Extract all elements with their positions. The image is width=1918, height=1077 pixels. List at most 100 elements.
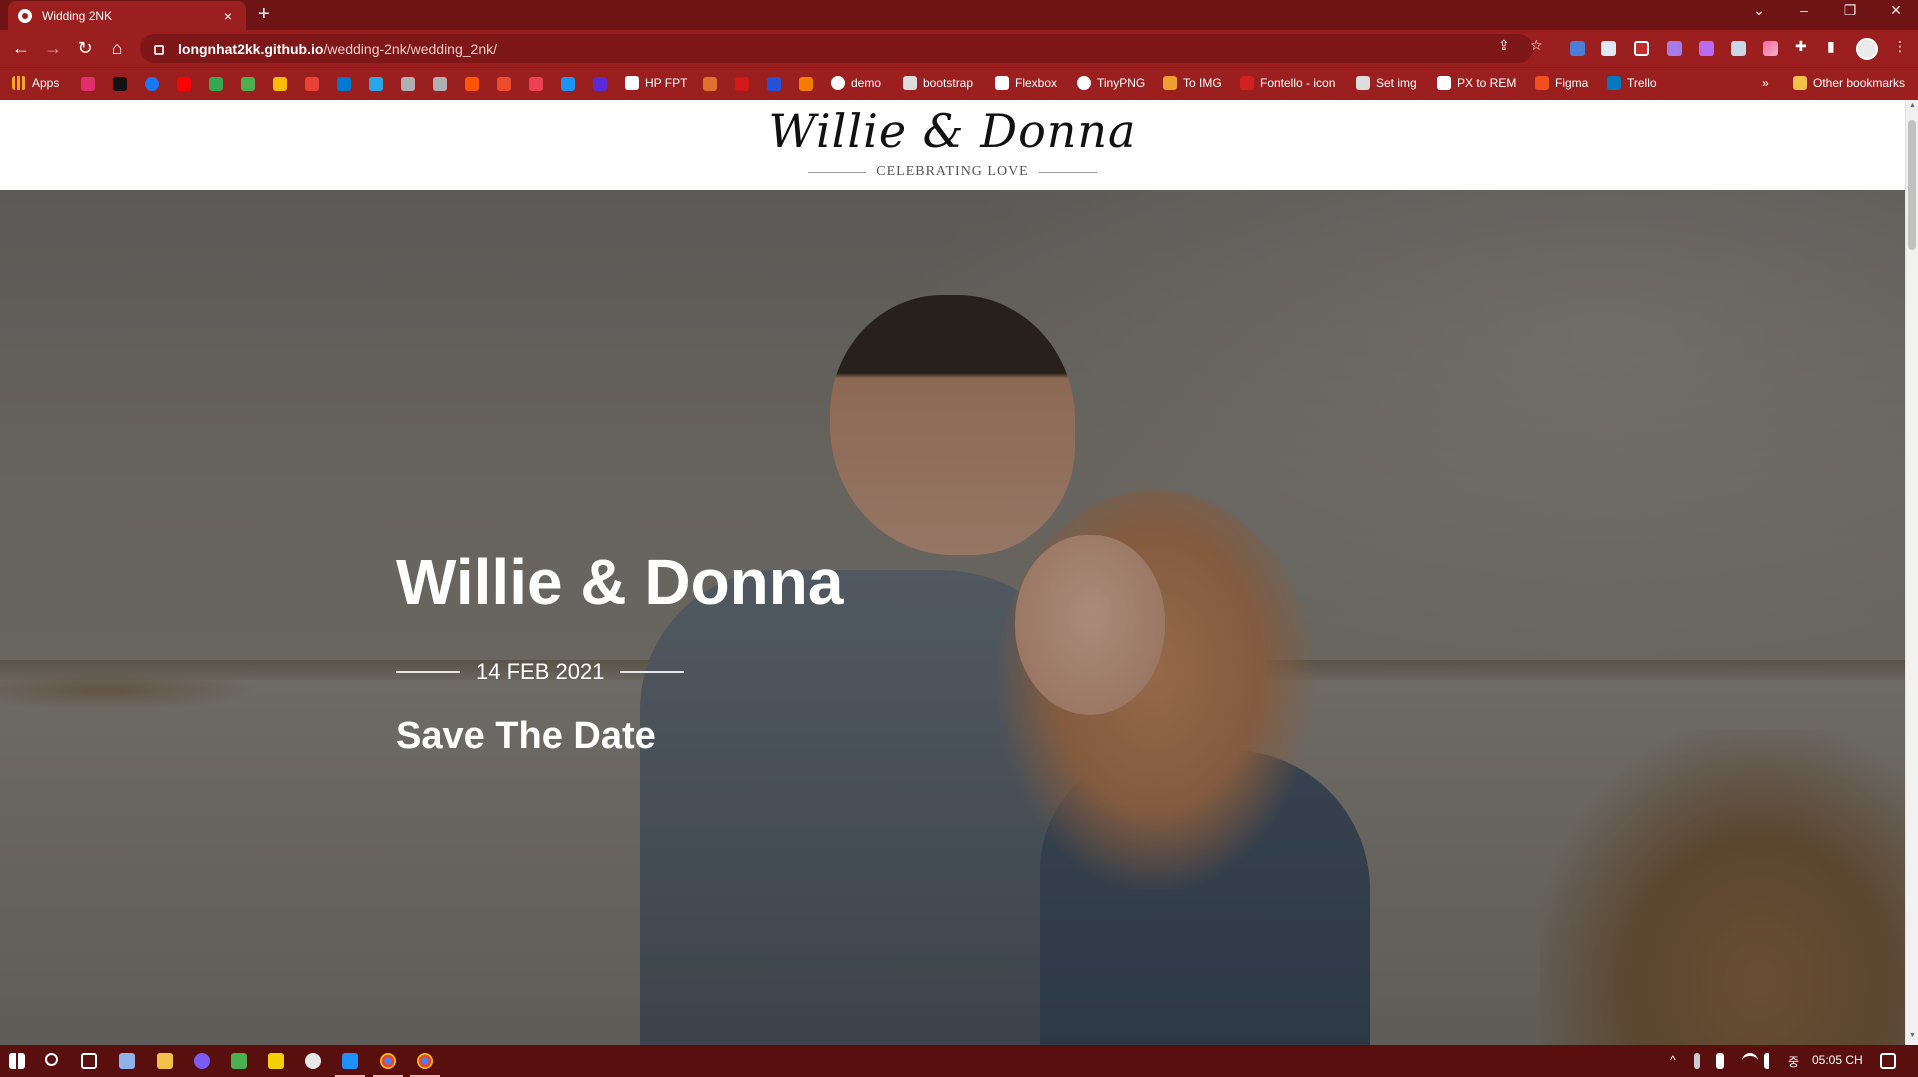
messenger-icon[interactable] — [194, 1053, 210, 1069]
hero-title: Willie & Donna — [396, 546, 844, 618]
back-button[interactable]: ← — [10, 38, 32, 58]
bookmark-label: Figma — [1555, 76, 1589, 90]
docs-extension-icon[interactable] — [1601, 41, 1616, 56]
pen-extension-icon[interactable] — [1699, 41, 1714, 56]
google-maps-icon[interactable] — [241, 77, 255, 91]
site-logo[interactable]: Willie & Donna — [0, 104, 1905, 158]
reload-button[interactable]: ↻ — [74, 38, 96, 58]
image-icon — [1163, 76, 1177, 90]
scrollbar-thumb[interactable] — [1908, 120, 1916, 250]
bookmark-label: HP FPT — [645, 76, 688, 90]
chevron-double-right-icon: » — [1762, 76, 1769, 90]
messenger-bm-icon[interactable] — [593, 77, 607, 91]
google-photos-icon[interactable] — [273, 77, 287, 91]
google-drive-icon[interactable] — [209, 77, 223, 91]
forward-button[interactable]: → — [42, 38, 64, 58]
bookmark-apps[interactable]: Apps — [12, 76, 59, 90]
url-host: longnhat2kk.github.io — [178, 40, 324, 57]
bookmark-other[interactable]: Other bookmarks — [1793, 76, 1905, 90]
extensions-puzzle-icon[interactable]: ✚ — [1795, 38, 1807, 55]
apps-grid-icon — [12, 76, 26, 90]
remote-desktop-icon[interactable] — [119, 1053, 135, 1069]
file-explorer-icon[interactable] — [157, 1053, 173, 1069]
f8-icon[interactable] — [799, 77, 813, 91]
outlook-icon[interactable] — [337, 77, 351, 91]
task-view-icon[interactable] — [81, 1053, 97, 1069]
microphone-active-icon[interactable] — [1716, 1053, 1724, 1069]
share-icon[interactable]: ⇪ — [1498, 37, 1510, 54]
hero-text: Willie & Donna 14 FEB 2021 Save The Date — [396, 550, 843, 758]
bookmark-fontello[interactable]: Fontello - icon — [1240, 76, 1335, 90]
scroll-up-icon[interactable]: ▲ — [1908, 102, 1917, 109]
chrome-icon-2[interactable] — [417, 1053, 433, 1069]
bookmark-trello[interactable]: Trello — [1607, 76, 1657, 90]
bookmark-tinypng[interactable]: TinyPNG — [1077, 76, 1145, 90]
bookmark-bootstrap[interactable]: bootstrap — [903, 76, 973, 90]
bookmark-label: Apps — [32, 76, 60, 90]
wifi-icon[interactable] — [1742, 1053, 1758, 1069]
gmail-icon[interactable] — [305, 77, 319, 91]
notifications-icon[interactable] — [1880, 1053, 1896, 1069]
bookmark-star-icon[interactable]: ☆ — [1530, 37, 1543, 54]
window-close-button[interactable]: ✕ — [1882, 2, 1910, 19]
sourcetree-icon[interactable] — [231, 1053, 247, 1069]
translate-extension-icon[interactable] — [1570, 41, 1585, 56]
soundcloud-icon[interactable] — [465, 77, 479, 91]
color-extension-icon[interactable] — [1667, 41, 1682, 56]
gradient-extension-icon[interactable] — [1763, 41, 1778, 56]
behance-icon[interactable] — [703, 77, 717, 91]
red-app-icon[interactable] — [735, 77, 749, 91]
tab-close-icon[interactable]: × — [220, 8, 236, 24]
tiki-icon[interactable] — [561, 77, 575, 91]
shopee-icon[interactable] — [497, 77, 511, 91]
taskbar-clock[interactable]: 05:05 CH — [1812, 1053, 1863, 1067]
bookmark-hp-fpt[interactable]: HP FPT — [625, 76, 687, 90]
tray-overflow-icon[interactable]: ^ — [1670, 1053, 1676, 1067]
new-tab-button[interactable]: + — [258, 3, 270, 26]
trello-icon — [1607, 76, 1621, 90]
window-extension-icon[interactable] — [1731, 41, 1746, 56]
browser-menu-icon[interactable]: ⋮ — [1893, 38, 1907, 55]
bookmark-to-img[interactable]: To IMG — [1163, 76, 1222, 90]
vscode-icon[interactable] — [342, 1053, 358, 1069]
bookmark-px-to-rem[interactable]: PX to REM — [1437, 76, 1516, 90]
search-icon[interactable] — [45, 1053, 58, 1066]
bookmarks-overflow-button[interactable]: » — [1762, 76, 1769, 90]
instagram-icon[interactable] — [81, 77, 95, 91]
profile-avatar[interactable] — [1856, 38, 1878, 60]
hero-overlay — [0, 190, 1905, 1045]
windows-start-icon[interactable] — [9, 1053, 25, 1069]
sticky-notes-icon[interactable] — [268, 1053, 284, 1069]
apple-icon-2[interactable] — [433, 77, 447, 91]
minimize-button[interactable]: – — [1790, 2, 1818, 18]
pocket-icon[interactable] — [529, 77, 543, 91]
restore-button[interactable]: ❐ — [1836, 2, 1864, 19]
volume-icon[interactable] — [1764, 1053, 1780, 1069]
home-button[interactable]: ⌂ — [106, 38, 128, 58]
address-bar[interactable]: longnhat2kk.github.io/wedding-2nk/weddin… — [140, 34, 1533, 63]
browser-tab-active[interactable]: Widding 2NK × — [8, 1, 246, 30]
tiktok-icon[interactable] — [113, 77, 127, 91]
facebook-icon[interactable] — [145, 77, 159, 91]
page-scrollbar[interactable]: ▲ ▼ — [1905, 100, 1918, 1045]
input-language-indicator[interactable]: 중 — [1788, 1053, 1799, 1070]
apple-icon[interactable] — [401, 77, 415, 91]
youtube-icon[interactable] — [177, 77, 191, 91]
bookmark-demo[interactable]: demo — [831, 76, 881, 90]
bookmark-set-img[interactable]: Set img — [1356, 76, 1417, 90]
onedrive-icon[interactable] — [369, 77, 383, 91]
chrome-profile-icon[interactable] — [305, 1053, 321, 1069]
lock-icon[interactable] — [154, 44, 164, 55]
bookmark-figma[interactable]: Figma — [1535, 76, 1588, 90]
microphone-icon[interactable] — [1694, 1053, 1700, 1069]
screenshot-extension-icon[interactable] — [1634, 41, 1649, 56]
bookmark-label: Fontello - icon — [1260, 76, 1336, 90]
scroll-down-icon[interactable]: ▼ — [1908, 1032, 1917, 1039]
c-icon — [1437, 76, 1451, 90]
chrome-icon[interactable] — [380, 1053, 396, 1069]
bookmark-flexbox[interactable]: Flexbox — [995, 76, 1057, 90]
side-panel-icon[interactable]: ▮ — [1827, 38, 1835, 55]
s-app-icon[interactable] — [767, 77, 781, 91]
page-icon — [903, 76, 917, 90]
tab-search-icon[interactable]: ⌄ — [1745, 2, 1773, 19]
